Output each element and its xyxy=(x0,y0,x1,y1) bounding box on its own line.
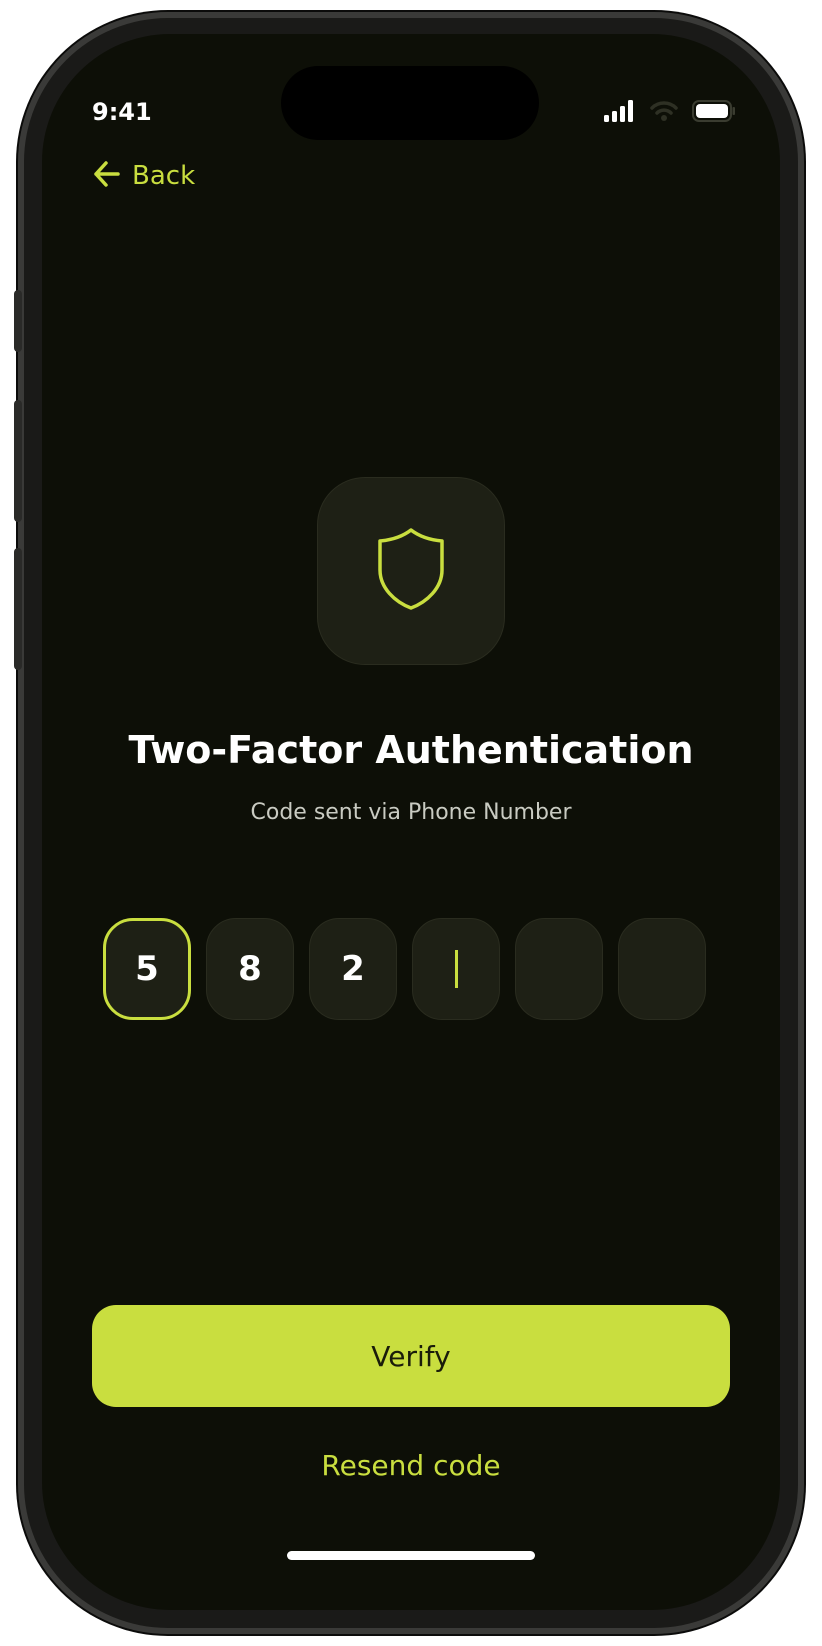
status-time: 9:41 xyxy=(92,98,152,126)
otp-input-group: 5 8 2 xyxy=(103,918,706,1020)
arrow-left-icon xyxy=(92,160,122,192)
back-label: Back xyxy=(132,161,196,191)
text-cursor xyxy=(454,950,458,988)
screen: 9:41 Back Two-Factor Authentication Code… xyxy=(42,34,780,1610)
battery-icon xyxy=(692,100,736,126)
page-title: Two-Factor Authentication xyxy=(128,728,694,772)
page-subtitle: Code sent via Phone Number xyxy=(250,800,572,825)
action-button xyxy=(14,290,22,352)
otp-digit-6[interactable] xyxy=(618,918,706,1020)
otp-digit-2[interactable]: 8 xyxy=(206,918,294,1020)
dynamic-island xyxy=(281,66,539,140)
status-icons xyxy=(604,100,736,126)
home-indicator xyxy=(287,1551,535,1560)
volume-down-button xyxy=(14,548,22,670)
wifi-icon xyxy=(650,100,678,126)
otp-digit-3[interactable]: 2 xyxy=(309,918,397,1020)
signal-icon xyxy=(604,100,636,126)
verify-button[interactable]: Verify xyxy=(92,1305,730,1407)
back-button[interactable]: Back xyxy=(92,160,195,192)
shield-icon xyxy=(375,526,447,616)
resend-code-link[interactable]: Resend code xyxy=(42,1449,780,1482)
volume-up-button xyxy=(14,400,22,522)
otp-digit-4[interactable] xyxy=(412,918,500,1020)
otp-digit-1[interactable]: 5 xyxy=(103,918,191,1020)
otp-digit-5[interactable] xyxy=(515,918,603,1020)
shield-tile xyxy=(317,477,505,665)
